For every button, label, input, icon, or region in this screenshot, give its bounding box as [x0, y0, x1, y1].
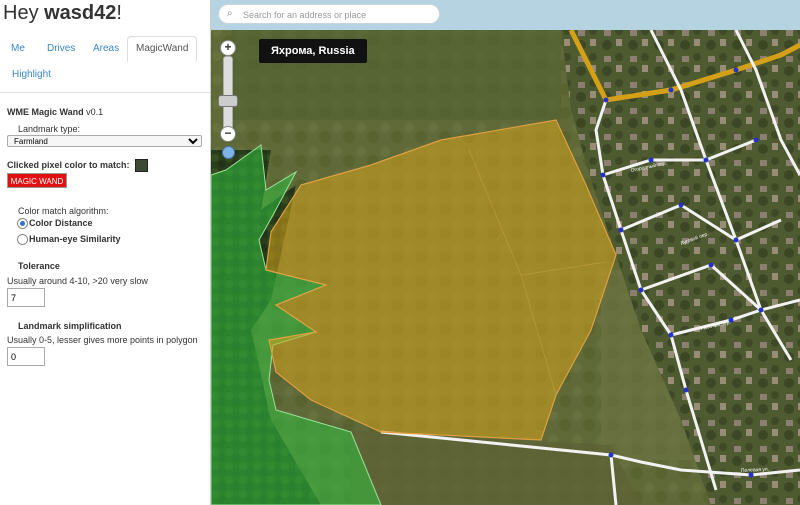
radio-color-distance[interactable] — [17, 218, 28, 229]
simplification-input[interactable] — [7, 347, 45, 366]
landmark-type-select[interactable]: Farmland — [7, 135, 202, 147]
zoom-out-button[interactable]: − — [220, 126, 236, 142]
panel-title: WME Magic Wand v0.1 — [7, 107, 103, 117]
algorithm-label: Color match algorithm: — [18, 206, 109, 216]
satellite-map[interactable]: Огородный пер. Луговой пер. Рабочий пер.… — [211, 0, 800, 505]
locate-me-icon[interactable] — [222, 146, 235, 159]
sidebar: Hey wasd42! Me Drives Areas MagicWand Hi… — [0, 0, 211, 505]
landmark-type-label: Landmark type: — [18, 124, 81, 134]
clicked-color-label: Clicked pixel color to match: — [7, 160, 130, 170]
zoom-slider-handle[interactable] — [218, 95, 238, 107]
simplification-title: Landmark simplification — [18, 321, 122, 331]
zoom-track[interactable] — [223, 56, 233, 130]
location-label: Яхрома, Russia — [259, 39, 367, 63]
map-view[interactable]: Огородный пер. Луговой пер. Рабочий пер.… — [211, 0, 800, 505]
tab-drives[interactable]: Drives — [47, 43, 75, 55]
clicked-color-swatch — [135, 159, 148, 172]
tolerance-input[interactable] — [7, 288, 45, 307]
search-box[interactable]: ⌕ — [218, 4, 440, 24]
radio-human-eye-label: Human-eye Similarity — [29, 234, 121, 244]
tab-areas[interactable]: Areas — [93, 43, 119, 55]
tab-bar: Me Drives Areas MagicWand Highlight — [0, 36, 210, 93]
radio-color-distance-label: Color Distance — [29, 218, 93, 228]
greeting-suffix: ! — [116, 2, 122, 24]
greeting: Hey wasd42! — [3, 2, 122, 25]
tab-magicwand[interactable]: MagicWand — [127, 36, 198, 62]
search-input[interactable] — [241, 7, 435, 23]
greeting-prefix: Hey — [3, 2, 45, 24]
tolerance-hint: Usually around 4-10, >20 very slow — [7, 276, 148, 286]
radio-human-eye[interactable] — [17, 234, 28, 245]
tab-highlight[interactable]: Highlight — [12, 69, 51, 81]
search-icon: ⌕ — [227, 8, 233, 19]
zoom-in-button[interactable]: + — [220, 40, 236, 56]
zoom-control: + − — [217, 38, 239, 159]
tolerance-title: Tolerance — [18, 261, 60, 271]
panel-version: v0.1 — [83, 107, 104, 117]
top-bar: ⌕ — [211, 0, 800, 30]
simplification-hint: Usually 0-5, lesser gives more points in… — [7, 335, 198, 345]
magic-wand-button[interactable]: MAGIC WAND — [7, 173, 67, 188]
tab-me[interactable]: Me — [11, 43, 25, 55]
panel-title-name: WME Magic Wand — [7, 107, 84, 117]
username: wasd42 — [44, 2, 117, 24]
